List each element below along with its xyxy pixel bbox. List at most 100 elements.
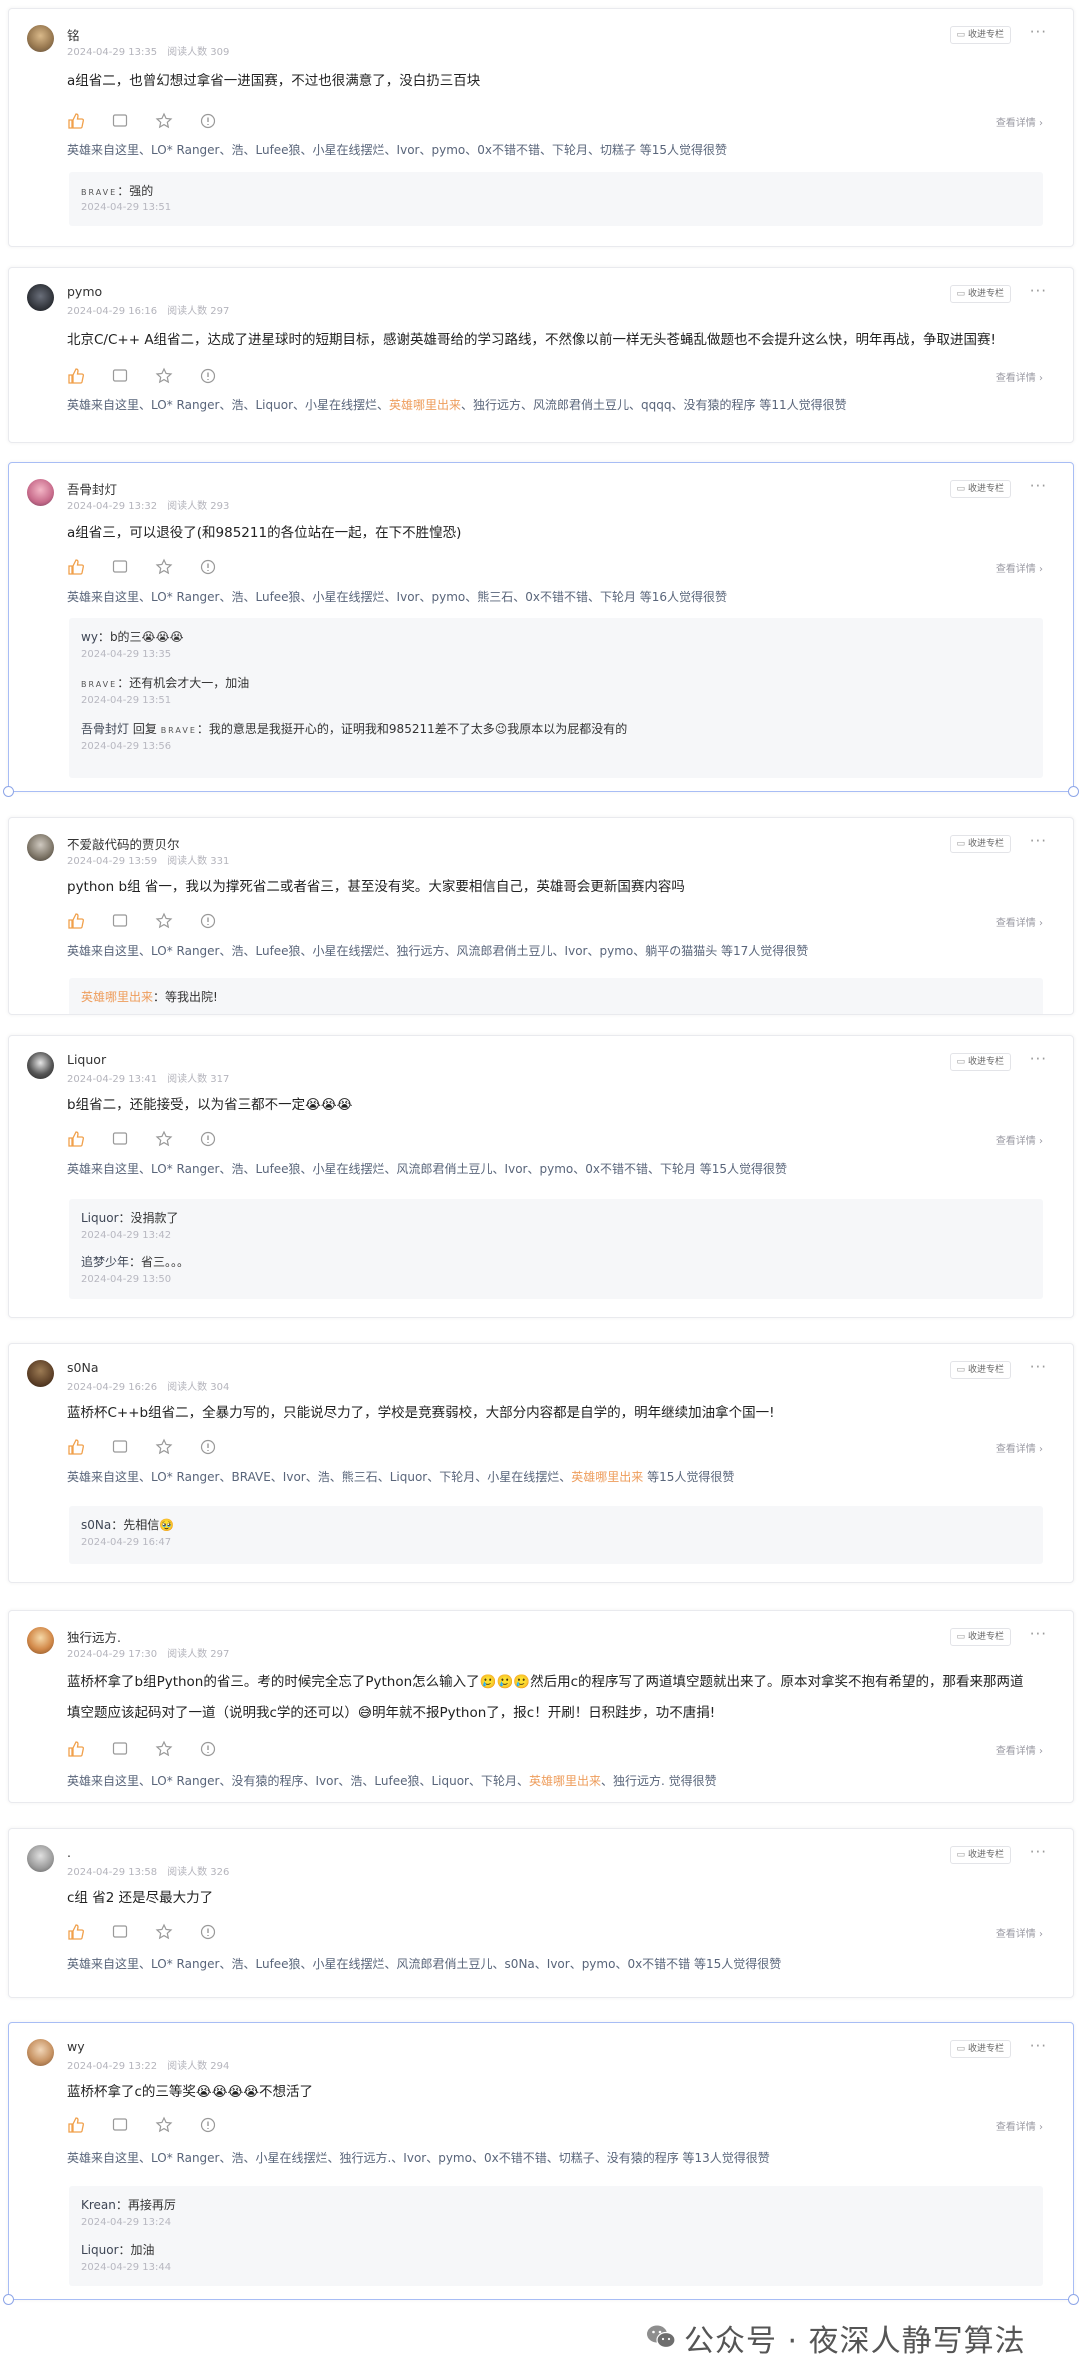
username[interactable]: 不爱敲代码的贾贝尔 bbox=[67, 834, 180, 853]
username[interactable]: 铭 bbox=[67, 25, 80, 44]
comment-icon[interactable] bbox=[111, 1923, 129, 1941]
pin-to-column-button[interactable]: ▭ 收进专栏 bbox=[950, 480, 1011, 498]
info-icon[interactable] bbox=[199, 2116, 217, 2134]
user-avatar[interactable] bbox=[27, 834, 54, 861]
more-options-icon[interactable]: ··· bbox=[1030, 832, 1047, 850]
info-icon[interactable] bbox=[199, 367, 217, 385]
pin-to-column-button[interactable]: ▭ 收进专栏 bbox=[950, 1846, 1011, 1864]
user-avatar[interactable] bbox=[27, 479, 54, 506]
comment-icon[interactable] bbox=[111, 2116, 129, 2134]
view-details-link[interactable]: 查看详情 › bbox=[996, 914, 1043, 929]
reply[interactable]: s0Na：先相信🥹 bbox=[81, 1516, 174, 1533]
like-icon[interactable] bbox=[67, 1923, 85, 1941]
like-icon[interactable] bbox=[67, 2116, 85, 2134]
username[interactable]: s0Na bbox=[67, 1360, 98, 1375]
info-icon[interactable] bbox=[199, 912, 217, 930]
comment-icon[interactable] bbox=[111, 1438, 129, 1456]
likes-list[interactable]: 英雄来自这里、LO* Ranger、浩、小星在线摆烂、独行远方.、Ivor、py… bbox=[67, 2149, 1043, 2166]
selection-handle[interactable] bbox=[1068, 786, 1079, 797]
comment-icon[interactable] bbox=[111, 558, 129, 576]
user-avatar[interactable] bbox=[27, 2039, 54, 2066]
pin-to-column-button[interactable]: ▭ 收进专栏 bbox=[950, 2040, 1011, 2058]
like-icon[interactable] bbox=[67, 1130, 85, 1148]
like-icon[interactable] bbox=[67, 558, 85, 576]
like-icon[interactable] bbox=[67, 1438, 85, 1456]
view-details-link[interactable]: 查看详情 › bbox=[996, 1132, 1043, 1147]
username[interactable]: Liquor bbox=[67, 1052, 106, 1067]
more-options-icon[interactable]: ··· bbox=[1030, 282, 1047, 300]
reply[interactable]: BRAVE：强的 bbox=[81, 182, 153, 199]
user-avatar[interactable] bbox=[27, 1052, 54, 1079]
comment-icon[interactable] bbox=[111, 1130, 129, 1148]
more-options-icon[interactable]: ··· bbox=[1030, 1843, 1047, 1861]
reply[interactable]: BRAVE：还有机会才大一，加油 bbox=[81, 674, 249, 691]
likes-list[interactable]: 英雄来自这里、LO* Ranger、没有猿的程序、Ivor、浩、Lufee狼、L… bbox=[67, 1772, 1043, 1789]
star-icon[interactable] bbox=[155, 2116, 173, 2134]
comment-icon[interactable] bbox=[111, 1740, 129, 1758]
more-options-icon[interactable]: ··· bbox=[1030, 1625, 1047, 1643]
username[interactable]: 独行远方. bbox=[67, 1627, 121, 1646]
likes-list[interactable]: 英雄来自这里、LO* Ranger、浩、Lufee狼、小星在线摆烂、风流郎君俏土… bbox=[67, 1955, 1043, 1972]
view-details-link[interactable]: 查看详情 › bbox=[996, 1925, 1043, 1940]
star-icon[interactable] bbox=[155, 112, 173, 130]
pin-to-column-button[interactable]: ▭ 收进专栏 bbox=[950, 26, 1011, 44]
selection-handle[interactable] bbox=[3, 2294, 14, 2305]
pin-to-column-button[interactable]: ▭ 收进专栏 bbox=[950, 1361, 1011, 1379]
star-icon[interactable] bbox=[155, 1438, 173, 1456]
user-avatar[interactable] bbox=[27, 1360, 54, 1387]
reply[interactable]: Liquor：加油 bbox=[81, 2241, 155, 2258]
view-details-link[interactable]: 查看详情 › bbox=[996, 369, 1043, 384]
reply[interactable]: 吾骨封灯 回复 BRAVE：我的意思是我挺开心的，证明我和985211差不了太多… bbox=[81, 720, 627, 737]
info-icon[interactable] bbox=[199, 558, 217, 576]
like-icon[interactable] bbox=[67, 112, 85, 130]
likes-list[interactable]: 英雄来自这里、LO* Ranger、浩、Lufee狼、小星在线摆烂、风流郎君俏土… bbox=[67, 1160, 1043, 1177]
reply[interactable]: 追梦少年：省三。。。 bbox=[81, 1253, 189, 1270]
info-icon[interactable] bbox=[199, 112, 217, 130]
view-details-link[interactable]: 查看详情 › bbox=[996, 1440, 1043, 1455]
more-options-icon[interactable]: ··· bbox=[1030, 1050, 1047, 1068]
reply[interactable]: wy：b的三😭😭😭 bbox=[81, 628, 184, 645]
user-avatar[interactable] bbox=[27, 1845, 54, 1872]
view-details-link[interactable]: 查看详情 › bbox=[996, 2118, 1043, 2133]
star-icon[interactable] bbox=[155, 912, 173, 930]
star-icon[interactable] bbox=[155, 558, 173, 576]
likes-list[interactable]: 英雄来自这里、LO* Ranger、浩、Lufee狼、小星在线摆烂、Ivor、p… bbox=[67, 141, 1043, 158]
view-details-link[interactable]: 查看详情 › bbox=[996, 1742, 1043, 1757]
comment-icon[interactable] bbox=[111, 112, 129, 130]
more-options-icon[interactable]: ··· bbox=[1030, 1358, 1047, 1376]
more-options-icon[interactable]: ··· bbox=[1030, 2037, 1047, 2055]
info-icon[interactable] bbox=[199, 1740, 217, 1758]
comment-icon[interactable] bbox=[111, 367, 129, 385]
reply[interactable]: Krean：再接再厉 bbox=[81, 2196, 176, 2213]
reply[interactable]: 英雄哪里出来：等我出院! bbox=[81, 988, 218, 1005]
star-icon[interactable] bbox=[155, 1923, 173, 1941]
username[interactable]: wy bbox=[67, 2039, 85, 2054]
info-icon[interactable] bbox=[199, 1130, 217, 1148]
view-details-link[interactable]: 查看详情 › bbox=[996, 114, 1043, 129]
view-details-link[interactable]: 查看详情 › bbox=[996, 560, 1043, 575]
comment-icon[interactable] bbox=[111, 912, 129, 930]
username[interactable]: pymo bbox=[67, 284, 102, 299]
selection-handle[interactable] bbox=[3, 786, 14, 797]
selection-handle[interactable] bbox=[1068, 2294, 1079, 2305]
like-icon[interactable] bbox=[67, 912, 85, 930]
like-icon[interactable] bbox=[67, 1740, 85, 1758]
info-icon[interactable] bbox=[199, 1438, 217, 1456]
info-icon[interactable] bbox=[199, 1923, 217, 1941]
likes-list[interactable]: 英雄来自这里、LO* Ranger、浩、Lufee狼、小星在线摆烂、Ivor、p… bbox=[67, 588, 1043, 605]
pin-to-column-button[interactable]: ▭ 收进专栏 bbox=[950, 285, 1011, 303]
likes-list[interactable]: 英雄来自这里、LO* Ranger、浩、Liquor、小星在线摆烂、英雄哪里出来… bbox=[67, 396, 1043, 413]
user-avatar[interactable] bbox=[27, 25, 54, 52]
like-icon[interactable] bbox=[67, 367, 85, 385]
user-avatar[interactable] bbox=[27, 284, 54, 311]
likes-list[interactable]: 英雄来自这里、LO* Ranger、浩、Lufee狼、小星在线摆烂、独行远方、风… bbox=[67, 942, 1043, 959]
pin-to-column-button[interactable]: ▭ 收进专栏 bbox=[950, 1053, 1011, 1071]
more-options-icon[interactable]: ··· bbox=[1030, 477, 1047, 495]
reply[interactable]: Liquor：没捐款了 bbox=[81, 1209, 179, 1226]
more-options-icon[interactable]: ··· bbox=[1030, 23, 1047, 41]
user-avatar[interactable] bbox=[27, 1627, 54, 1654]
likes-list[interactable]: 英雄来自这里、LO* Ranger、BRAVE、Ivor、浩、熊三石、Liquo… bbox=[67, 1468, 1043, 1485]
star-icon[interactable] bbox=[155, 367, 173, 385]
star-icon[interactable] bbox=[155, 1130, 173, 1148]
pin-to-column-button[interactable]: ▭ 收进专栏 bbox=[950, 1628, 1011, 1646]
